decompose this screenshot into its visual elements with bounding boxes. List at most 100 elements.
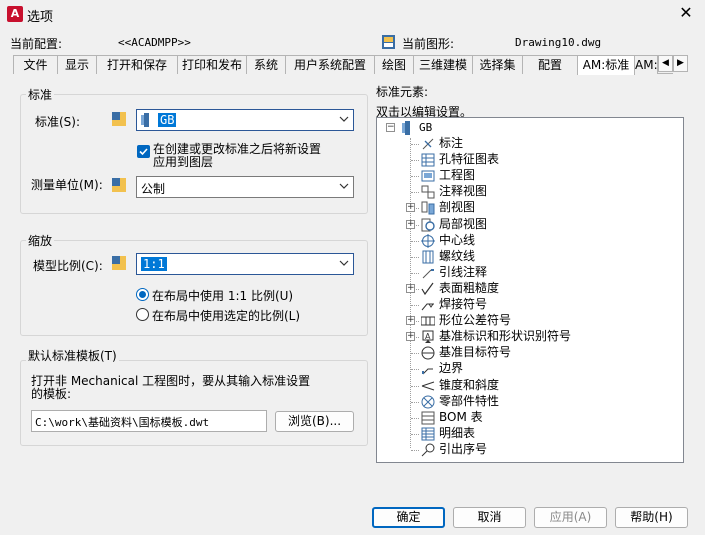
tree-node-label: 标注: [439, 136, 464, 150]
tree-line: [411, 257, 419, 258]
standard-select[interactable]: GB: [136, 109, 354, 131]
tree-node-label: 孔特征图表: [439, 152, 500, 166]
window-title: 选项: [27, 10, 54, 25]
tab-open-save[interactable]: 打开和保存: [96, 55, 178, 74]
template-group: [20, 360, 368, 446]
bom-icon: [421, 411, 435, 425]
chevron-down-icon: [339, 116, 349, 122]
tree-node-label: 基准目标符号: [439, 345, 512, 359]
cancel-button[interactable]: 取消: [453, 507, 526, 528]
tree-node-label: 剖视图: [439, 200, 476, 214]
detail-view-icon: [421, 218, 435, 232]
use-selected-scale-label[interactable]: 在布局中使用选定的比例(L): [152, 307, 300, 324]
tree-node-label: 螺纹线: [439, 249, 476, 263]
tree-line: [411, 418, 419, 419]
apply-to-layers-label-line2: 应用到图层: [153, 155, 214, 169]
tree-node-label: 零部件特性: [439, 394, 500, 408]
template-description: 打开非 Mechanical 工程图时，要从其输入标准设置 的模板:: [31, 375, 310, 401]
tab-scroll-right-icon[interactable]: ▶: [673, 55, 688, 72]
units-select[interactable]: 公制: [136, 176, 354, 198]
annotation-view-icon: [421, 185, 435, 199]
tree-node-label: GB: [419, 121, 433, 134]
tab-plot-publish[interactable]: 打印和发布: [177, 55, 247, 74]
tree-node-label: 表面粗糙度: [439, 281, 500, 295]
template-path-field[interactable]: C:\work\基础资料\国标模板.dwt: [31, 410, 267, 432]
tree-node-label: 注释视图: [439, 184, 488, 198]
tree-line: [411, 176, 419, 177]
boundary-icon: [422, 368, 433, 375]
template-path-value: C:\work\基础资料\国标模板.dwt: [35, 416, 210, 429]
units-label: 测量单位(M):: [31, 178, 103, 192]
current-profile-label: 当前配置:: [10, 37, 63, 51]
help-button[interactable]: 帮助(H): [615, 507, 688, 528]
expand-icon[interactable]: +: [406, 203, 415, 212]
apply-button: 应用(A): [534, 507, 607, 528]
units-settings-icon: [112, 178, 126, 192]
browse-button[interactable]: 浏览(B)...: [275, 411, 354, 432]
tab-3d-modeling[interactable]: 三维建模: [413, 55, 473, 74]
tab-bar: 文件 显示 打开和保存 打印和发布 系统 用户系统配置 绘图 三维建模 选择集 …: [13, 55, 673, 75]
model-scale-select-value: 1:1: [141, 257, 167, 271]
tree-node-label: 工程图: [439, 168, 476, 182]
model-scale-select[interactable]: 1:1: [136, 253, 354, 275]
datum-target-icon: [421, 346, 435, 360]
tree-node-label: 引出序号: [439, 442, 488, 456]
tree-line: [411, 450, 419, 451]
chevron-down-icon: [339, 183, 349, 189]
tree-node-label: 引线注释: [439, 265, 488, 279]
tab-profiles[interactable]: 配置: [522, 55, 578, 74]
expand-icon[interactable]: +: [406, 284, 415, 293]
expand-icon[interactable]: +: [406, 316, 415, 325]
part-property-icon: [421, 395, 435, 409]
dimension-icon: [422, 138, 434, 150]
taper-slope-icon: [421, 381, 435, 391]
use-1to1-radio[interactable]: [136, 288, 149, 301]
weld-symbol-icon: [421, 303, 434, 311]
title-bar: [0, 0, 705, 29]
template-description-line1: 打开非 Mechanical 工程图时，要从其输入标准设置: [31, 374, 311, 388]
tab-am-s[interactable]: AM:S: [634, 55, 658, 74]
datum-id-icon: A: [422, 330, 434, 343]
tab-user-preferences[interactable]: 用户系统配置: [285, 55, 375, 74]
standard-elements-tree[interactable]: − GB 标注 孔特征图表 工程图 注释视图 + 剖视图 + 局部视图 中心线 螺纹线 引线注释 + 表…: [376, 117, 684, 463]
leader-note-icon: [422, 269, 434, 279]
section-view-icon: [421, 201, 435, 215]
drawing-file-icon: [381, 34, 397, 50]
tab-selection[interactable]: 选择集: [472, 55, 523, 74]
apply-to-layers-checkbox[interactable]: [137, 145, 150, 158]
current-profile-value: <<ACADMPP>>: [118, 36, 191, 49]
tab-am-standards[interactable]: AM:标准: [577, 55, 635, 75]
model-scale-settings-icon: [112, 256, 126, 270]
use-1to1-label[interactable]: 在布局中使用 1:1 比例(U): [152, 287, 293, 304]
standard-label: 标准(S):: [35, 115, 81, 129]
expand-icon[interactable]: +: [406, 332, 415, 341]
tree-line: [411, 386, 419, 387]
tree-line: [411, 160, 419, 161]
gb-standard-icon: [141, 113, 149, 127]
scale-group-title: 缩放: [26, 232, 55, 249]
tab-scroll-left-icon[interactable]: ◀: [658, 55, 673, 72]
close-icon[interactable]: ✕: [677, 4, 695, 22]
chevron-down-icon: [339, 260, 349, 266]
autocad-app-icon: A: [7, 6, 23, 22]
standard-select-value: GB: [158, 113, 177, 127]
tree-node-label: 锥度和斜度: [439, 378, 500, 392]
tab-files[interactable]: 文件: [13, 55, 58, 74]
tab-drafting[interactable]: 绘图: [374, 55, 414, 74]
collapse-icon[interactable]: −: [386, 123, 395, 132]
ok-button[interactable]: 确定: [372, 507, 445, 528]
tree-line: [411, 434, 419, 435]
units-select-value: 公制: [141, 182, 166, 196]
tree-line: [411, 402, 419, 403]
current-drawing-value: Drawing10.dwg: [515, 36, 602, 49]
gb-standard-icon: [402, 121, 410, 135]
apply-to-layers-label[interactable]: 在创建或更改标准之后将新设置 应用到图层: [153, 143, 321, 169]
tree-line: [411, 192, 419, 193]
expand-icon[interactable]: +: [406, 220, 415, 229]
tab-system[interactable]: 系统: [246, 55, 286, 74]
use-selected-scale-radio[interactable]: [136, 308, 149, 321]
tab-display[interactable]: 显示: [57, 55, 97, 74]
model-scale-label: 模型比例(C):: [33, 259, 103, 273]
tree-line: [411, 353, 419, 354]
tree-line: [411, 241, 419, 242]
